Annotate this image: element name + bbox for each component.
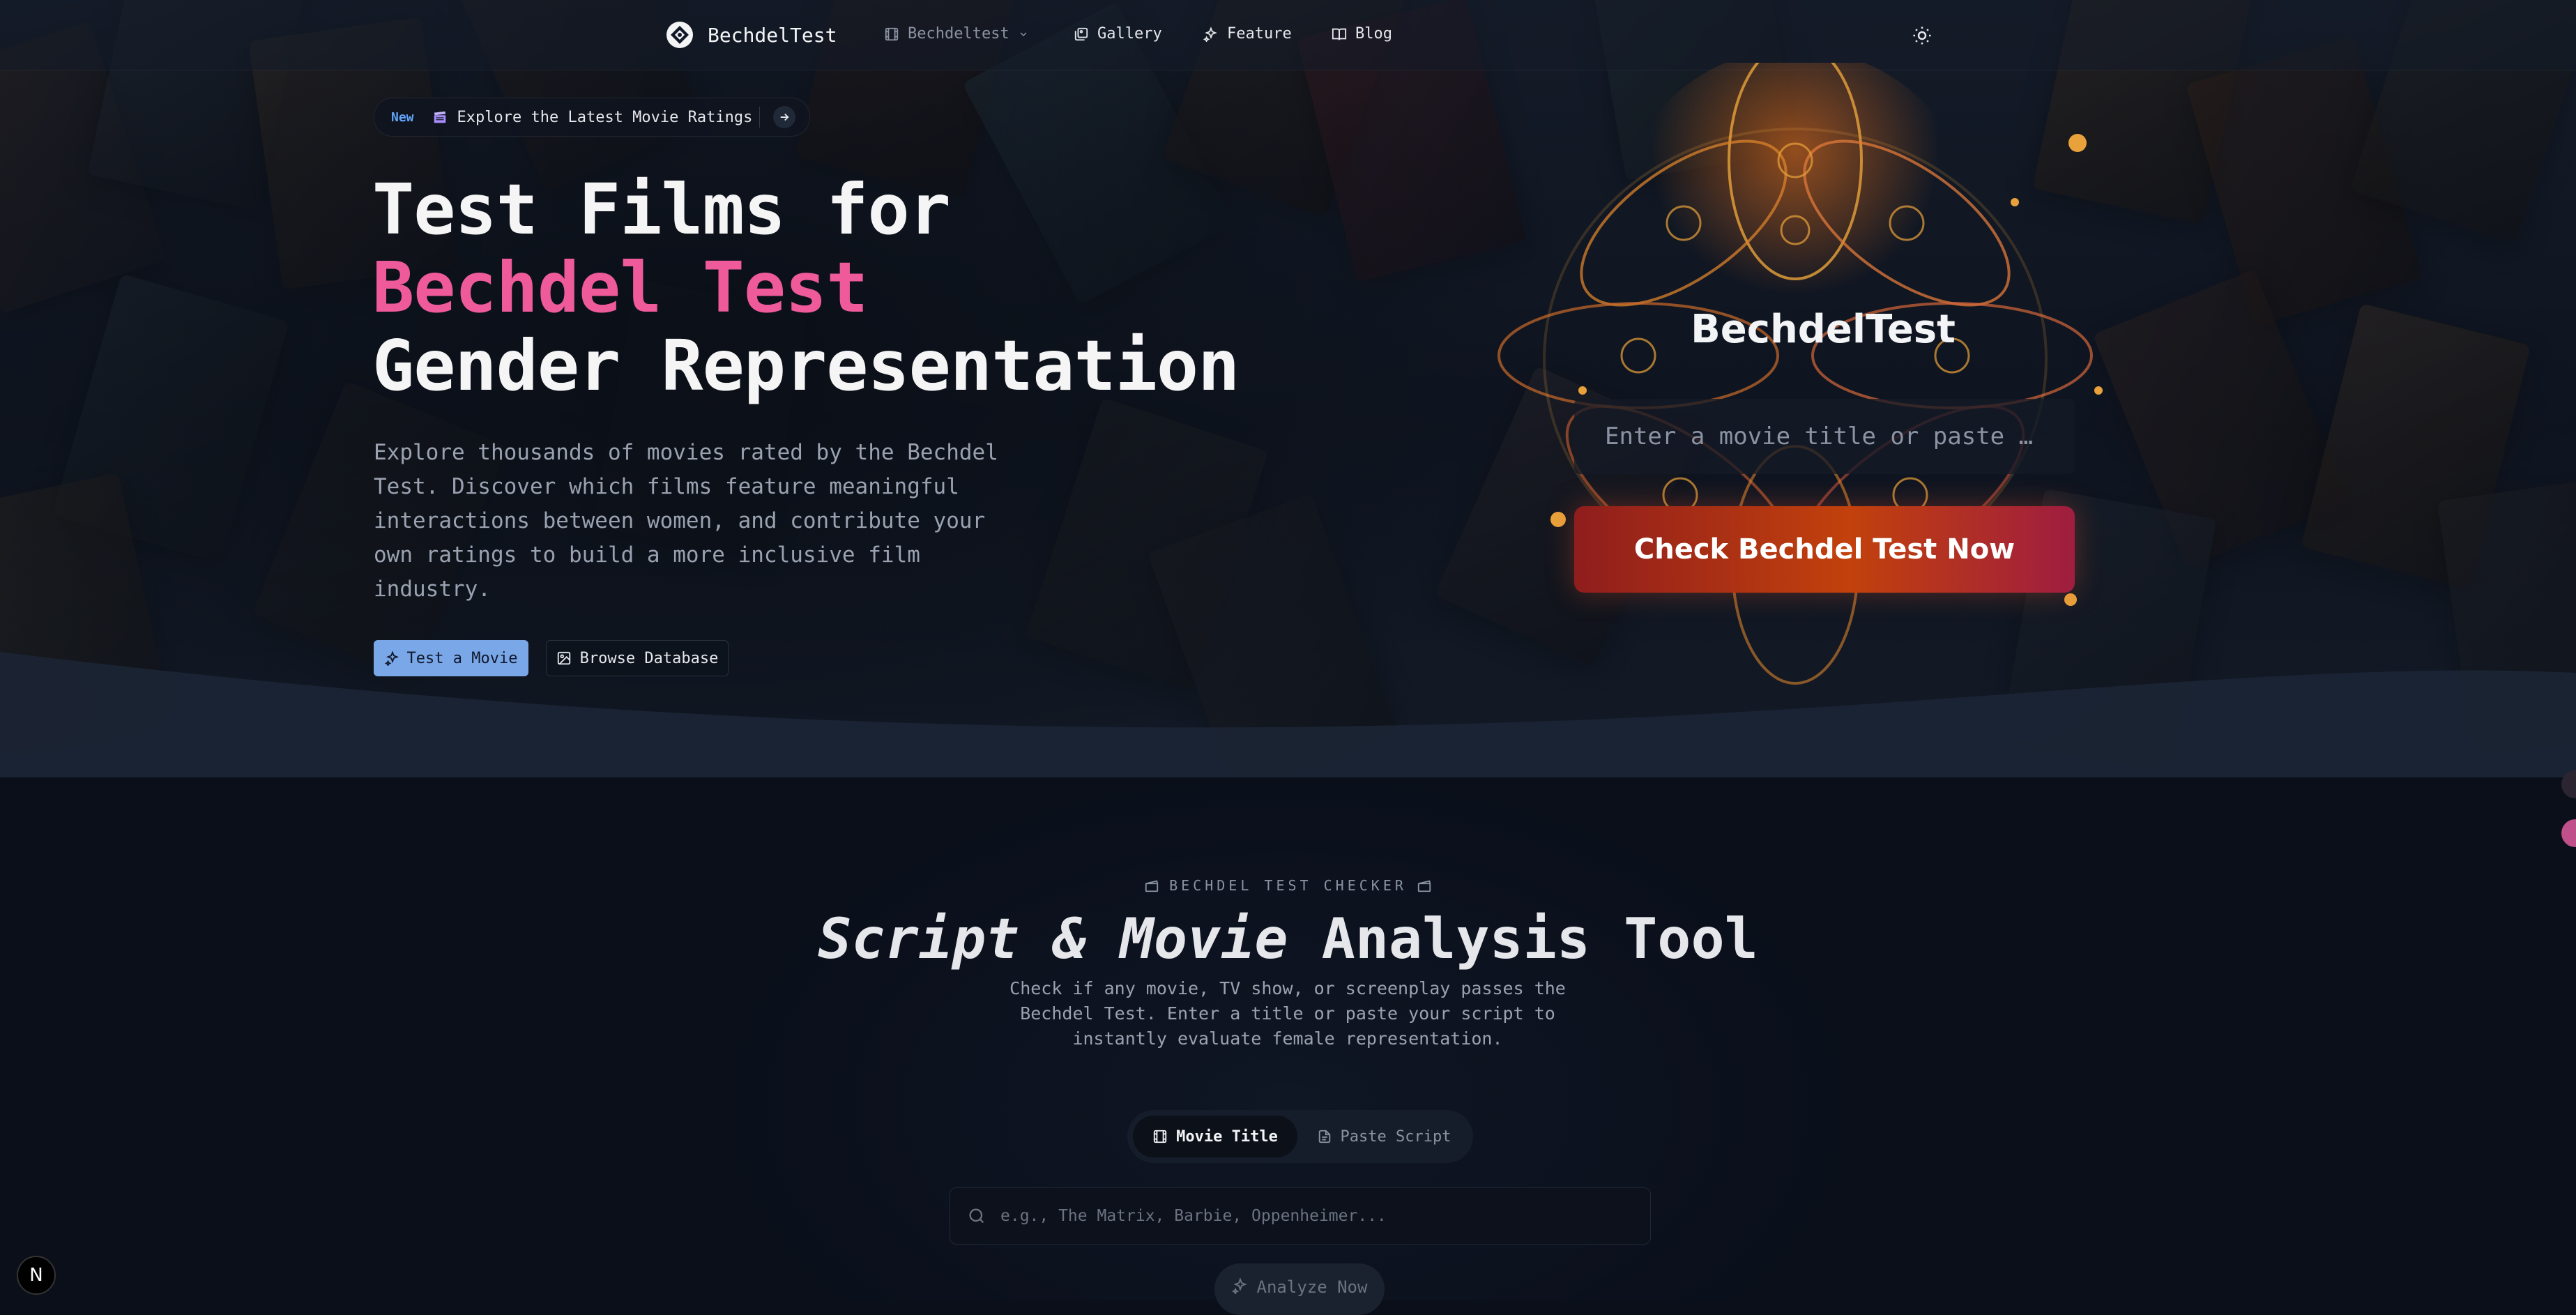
headline-highlight: Bechdel Test: [372, 247, 868, 328]
checker-title-italic: Script & Movie: [818, 906, 1288, 971]
search-icon: [969, 1208, 984, 1224]
hero-headline: Test Films for Bechdel Test Gender Repre…: [372, 169, 1240, 406]
nav-feature[interactable]: Feature: [1203, 25, 1292, 43]
test-a-movie-label: Test a Movie: [406, 649, 518, 667]
announcement-pill[interactable]: New Explore the Latest Movie Ratings: [374, 98, 810, 137]
sun-icon[interactable]: [1912, 25, 1933, 46]
movie-search-input[interactable]: [999, 1194, 1650, 1238]
document-icon: [1318, 1130, 1330, 1143]
sparkles-icon: [384, 651, 399, 666]
nav-label-blog: Blog: [1355, 25, 1392, 43]
checker-eyebrow: BECHDEL TEST CHECKER: [0, 877, 2576, 894]
film-icon: [885, 27, 899, 40]
widget-title: BechdelTest: [1691, 307, 1956, 352]
logo-icon: [666, 22, 693, 48]
eyebrow-label: BECHDEL TEST CHECKER: [1169, 877, 1407, 894]
announcement-divider: [759, 107, 760, 128]
sparkles-icon: [1203, 26, 1217, 42]
clapperboard-icon: [1417, 880, 1431, 892]
test-a-movie-button[interactable]: Test a Movie: [374, 640, 528, 676]
brand-link[interactable]: BechdelTest: [666, 21, 837, 49]
hero-description: Explore thousands of movies rated by the…: [374, 440, 998, 602]
arrow-right-icon[interactable]: [773, 106, 795, 128]
input-mode-tabs: Movie Title Paste Script: [1127, 1110, 1473, 1163]
brand-name: BechdelTest: [708, 23, 837, 47]
gallery-icon: [1074, 27, 1088, 40]
image-icon: [557, 651, 570, 665]
headline-line-3: Gender Representation: [372, 325, 1240, 406]
nav-gallery[interactable]: Gallery: [1074, 25, 1162, 43]
movie-search-box: [950, 1187, 1651, 1245]
checker-description: Check if any movie, TV show, or screenpl…: [1009, 978, 1566, 1049]
nav-blog[interactable]: Blog: [1332, 25, 1392, 43]
browse-database-label: Browse Database: [579, 649, 719, 667]
checker-title-rest: Analysis Tool: [1321, 906, 1758, 971]
checker-title: Script & Movie Analysis Tool: [0, 906, 2576, 971]
book-icon: [1332, 28, 1347, 40]
nav-bechdeltest-dropdown[interactable]: Bechdeltest: [884, 25, 1029, 43]
clapperboard-icon: [434, 111, 445, 123]
orbit-illustration: [1497, 63, 2103, 685]
dev-tools-badge[interactable]: N: [17, 1256, 56, 1295]
clapperboard-icon: [1145, 880, 1159, 892]
headline-line-1: Test Films for: [372, 169, 951, 250]
announcement-text: Explore the Latest Movie Ratings: [457, 108, 753, 126]
nav-label-feature: Feature: [1227, 25, 1292, 43]
tab-paste-script-label: Paste Script: [1340, 1127, 1451, 1146]
new-badge: New: [391, 109, 414, 125]
chevron-down-icon: [1020, 32, 1027, 36]
nav-label-gallery: Gallery: [1097, 25, 1162, 43]
check-bechdel-button[interactable]: Check Bechdel Test Now: [1574, 506, 2075, 593]
film-icon: [1153, 1130, 1167, 1143]
tab-movie-title[interactable]: Movie Title: [1133, 1116, 1297, 1157]
tab-paste-script[interactable]: Paste Script: [1302, 1116, 1466, 1157]
widget-movie-input[interactable]: Enter a movie title or paste you…: [1574, 399, 2075, 474]
browse-database-button[interactable]: Browse Database: [546, 640, 729, 676]
nav-label-bechdeltest: Bechdeltest: [908, 25, 1009, 43]
tab-movie-title-label: Movie Title: [1176, 1127, 1278, 1146]
analyze-now-button[interactable]: Analyze Now: [1214, 1263, 1385, 1315]
top-navbar: BechdelTest Bechdeltest Gallery Feature …: [0, 0, 2576, 70]
sparkles-icon: [1231, 1277, 1247, 1294]
analyze-now-label: Analyze Now: [1256, 1277, 1368, 1297]
